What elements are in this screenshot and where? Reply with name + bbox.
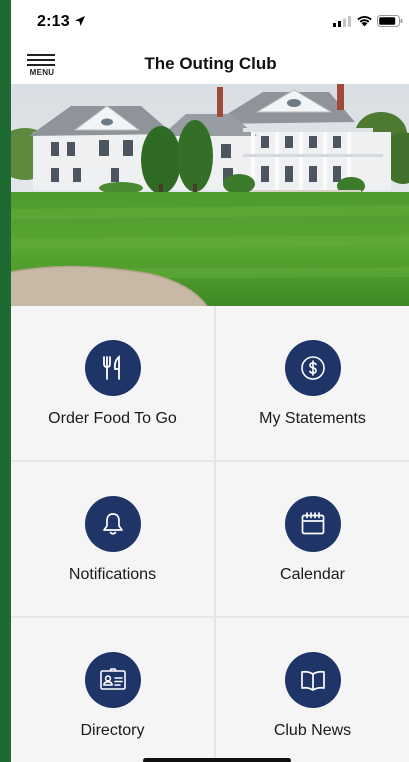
tile-label: Directory [80, 722, 145, 739]
tile-label: Calendar [280, 566, 345, 583]
id-card-icon [84, 652, 141, 708]
tile-calendar[interactable]: Calendar [216, 462, 409, 616]
battery-icon [377, 15, 403, 27]
feature-grid: Order Food To Go My Statements Notificat… [11, 306, 409, 762]
tile-directory[interactable]: Directory [11, 618, 214, 762]
status-bar: 2:13 [11, 0, 409, 44]
calendar-icon [284, 496, 341, 552]
home-indicator [143, 758, 291, 762]
tile-order-food[interactable]: Order Food To Go [11, 306, 214, 460]
tile-notifications[interactable]: Notifications [11, 462, 214, 616]
tile-label: My Statements [259, 410, 366, 427]
status-time: 2:13 [37, 13, 70, 30]
bell-icon [84, 496, 141, 552]
cellular-signal-icon [333, 16, 351, 27]
clubhouse-hero-image [11, 84, 409, 306]
app-header: MENU The Outing Club [11, 44, 409, 84]
tile-label: Notifications [68, 566, 157, 583]
page-title: The Outing Club [144, 54, 277, 73]
dollar-icon [284, 340, 341, 396]
tile-my-statements[interactable]: My Statements [216, 306, 409, 460]
location-arrow-icon [75, 16, 85, 26]
tile-label: Order Food To Go [48, 410, 177, 427]
utensils-icon [84, 340, 141, 396]
tile-club-news[interactable]: Club News [216, 618, 409, 762]
wifi-icon [357, 15, 372, 27]
side-accent-bar [0, 0, 11, 762]
book-icon [284, 652, 341, 708]
app-screen: 2:13 MENU The Outing Club Order Food To … [11, 0, 409, 762]
tile-label: Club News [273, 722, 352, 739]
